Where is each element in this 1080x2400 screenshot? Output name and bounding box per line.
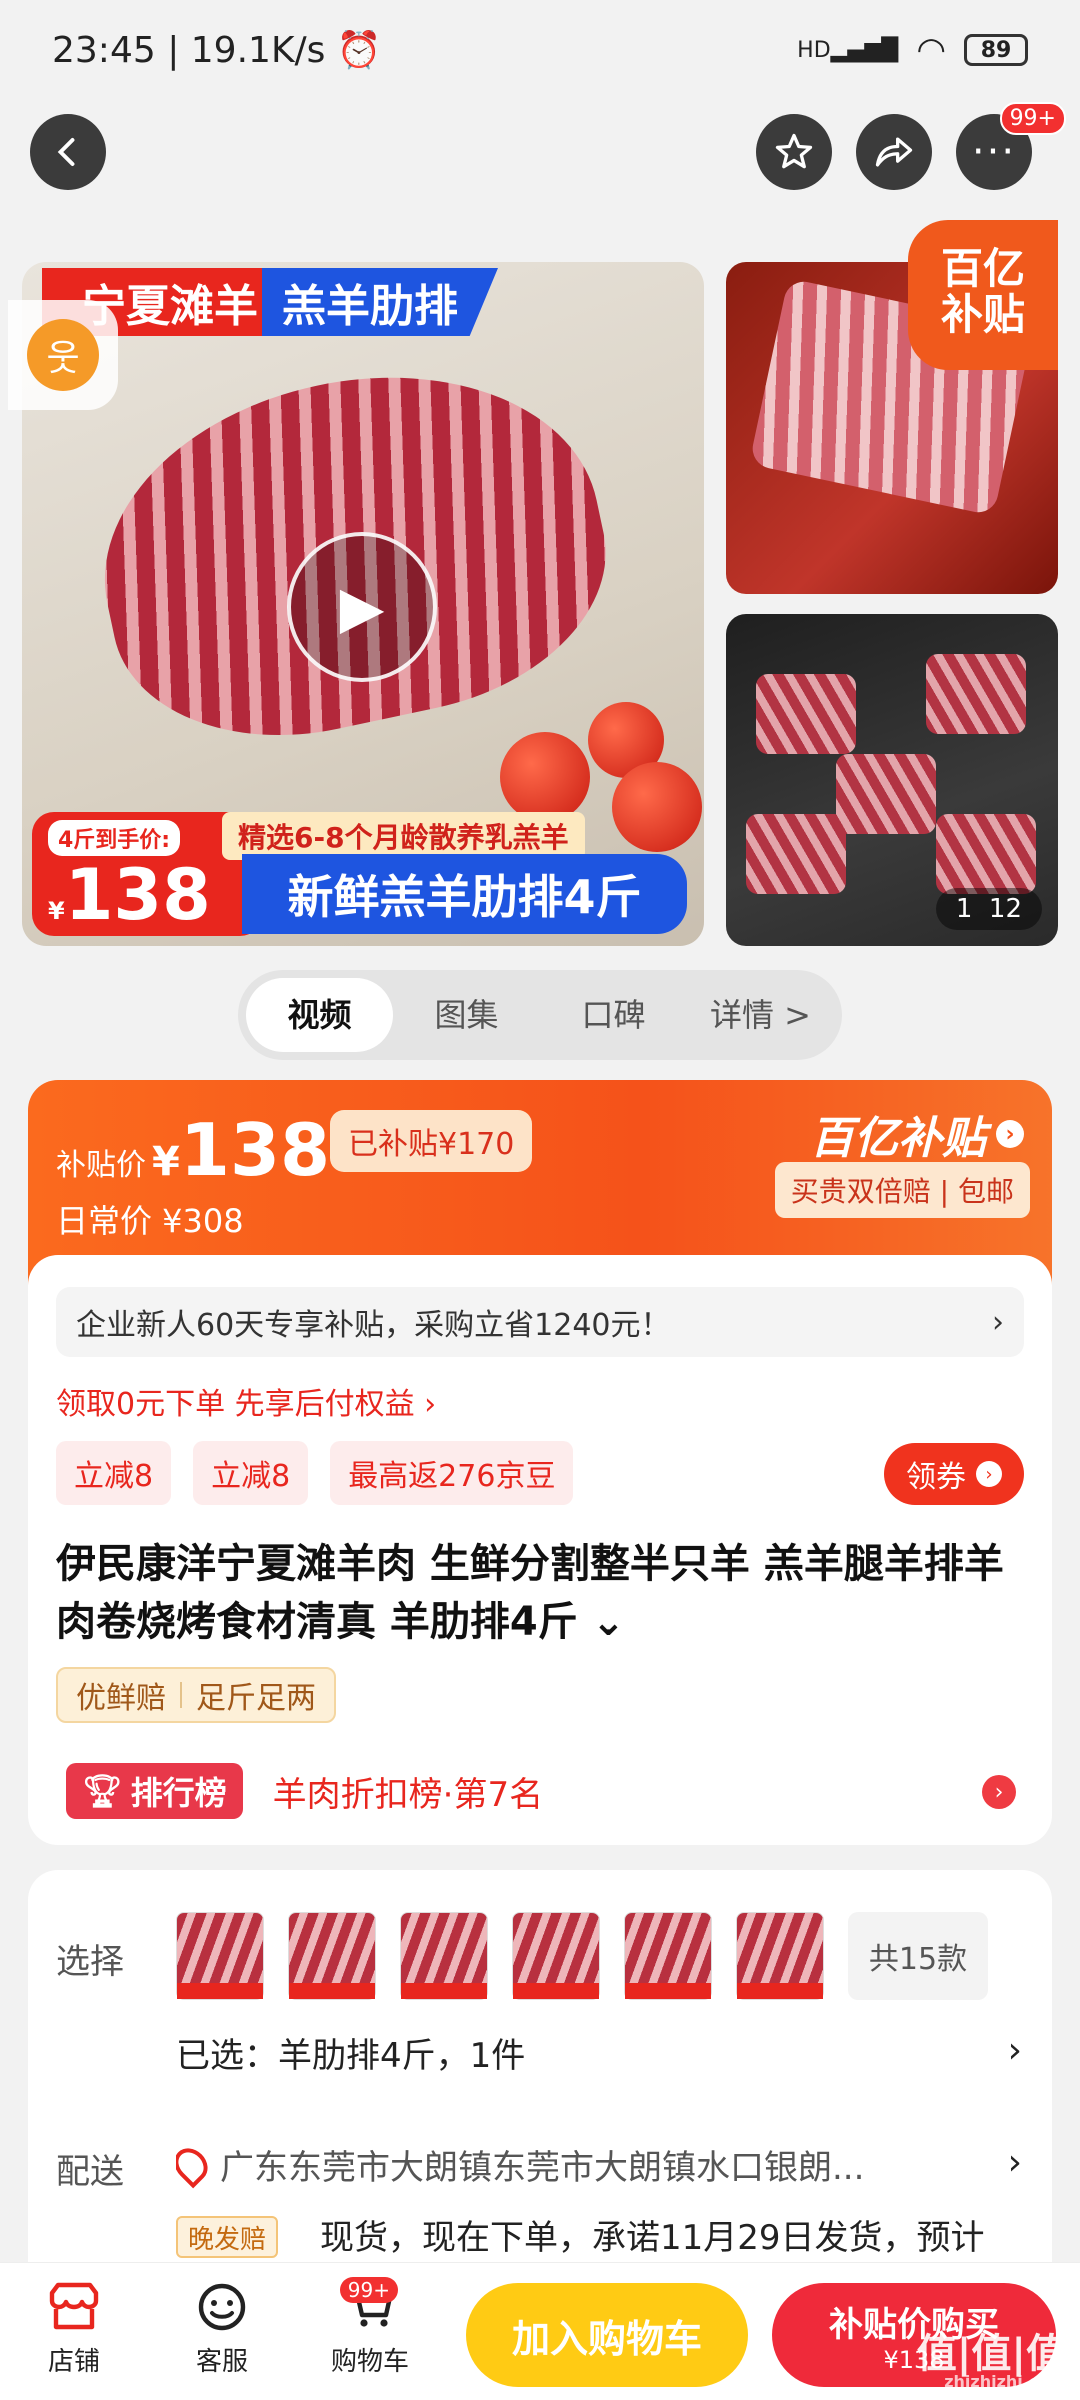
ranking-row[interactable]: 🏆︎ 排行榜 羊肉折扣榜·第7名 (66, 1763, 543, 1819)
play-video-button[interactable]: ▶ (287, 532, 437, 682)
coupon-tag[interactable]: 最高返276京豆 (330, 1441, 574, 1505)
wifi-icon: ◠ (916, 30, 946, 70)
banner-subtitle: 精选6-8个月龄散养乳羔羊 (222, 812, 585, 860)
add-to-cart-button[interactable]: 加入购物车 (466, 2283, 748, 2387)
get-coupon-button[interactable]: 领券 › (884, 1443, 1024, 1505)
chevron-right-icon[interactable]: › (1008, 2030, 1022, 2071)
shop-button[interactable]: 店铺 (14, 2281, 134, 2378)
media-tabs: 视频 图集 口碑 详情 > (238, 970, 842, 1060)
back-button[interactable] (30, 114, 106, 190)
ranking-text: 羊肉折扣榜·第7名 (272, 1774, 544, 1815)
cart-icon: 99+ (339, 2277, 398, 2333)
chat-face-icon (194, 2281, 250, 2333)
favorite-button[interactable] (756, 114, 832, 190)
coupon-tag[interactable]: 立减8 (193, 1441, 309, 1505)
battery-icon: 89 (964, 34, 1028, 66)
chevron-right-icon[interactable]: › (982, 1775, 1016, 1809)
variant-thumb[interactable] (176, 1912, 264, 2000)
clock: 23:45 (52, 30, 156, 71)
variant-thumbnails: 共15款 (176, 1912, 988, 2000)
tab-details[interactable]: 详情 > (687, 978, 834, 1052)
status-left: 23:45 | 19.1K/s ⏰ (52, 30, 382, 71)
share-button[interactable] (856, 114, 932, 190)
status-bar: 23:45 | 19.1K/s ⏰ HD▂▄▆█ ◠ 89 (0, 0, 1080, 100)
delivery-address[interactable]: 广东东莞市大朗镇东莞市大朗镇水口银朗... (176, 2140, 956, 2189)
delivery-label: 配送 (56, 2152, 124, 2192)
product-info-card: 企业新人60天专享补贴，采购立省1240元！ › 领取0元下单 先享后付权益 ›… (28, 1255, 1052, 1845)
subsidy-guarantee: 买贵双倍赔 | 包邮 (774, 1162, 1030, 1218)
alarm-icon: ⏰ (336, 30, 382, 71)
chevron-right-icon: › (992, 1304, 1004, 1340)
pay-later-link[interactable]: 领取0元下单 先享后付权益 › (56, 1379, 436, 1423)
price-banner: 4斤到手价: ¥138 精选6-8个月龄散养乳羔羊 新鲜羔羊肋排4斤 (22, 812, 704, 946)
variant-thumb[interactable] (400, 1912, 488, 2000)
variant-thumb[interactable] (624, 1912, 712, 2000)
top-nav: ··· 99+ (0, 102, 1080, 230)
coupon-list: 立减8 立减8 最高返276京豆 (56, 1441, 574, 1505)
product-title[interactable]: 伊民康洋宁夏滩羊肉 生鲜分割整半只羊 羔羊腿羊排羊肉卷烧烤食材清真 羊肋排4斤 … (56, 1535, 1026, 1651)
variant-thumb[interactable] (288, 1912, 376, 2000)
tomato-decor (500, 732, 590, 822)
tag-ribs: 羔羊肋排 (262, 268, 498, 336)
variant-thumb[interactable] (736, 1912, 824, 2000)
shipping-text: 现货，现在下单，承诺11月29日发货，预计 (320, 2218, 985, 2258)
floating-assistant[interactable]: 웃 (8, 300, 118, 410)
more-button[interactable]: ··· 99+ (956, 102, 1066, 190)
bottom-action-bar: 店铺 客服 99+ 购物车 加入购物车 补贴价购买 ¥138 值|值|值 zhi… (0, 2262, 1080, 2400)
variant-count[interactable]: 共15款 (848, 1912, 988, 2000)
shop-icon (46, 2281, 102, 2333)
location-pin-icon (176, 2141, 215, 2188)
person-icon: 웃 (27, 319, 99, 391)
tab-gallery[interactable]: 图集 (393, 978, 540, 1052)
customer-service-button[interactable]: 客服 (162, 2281, 282, 2378)
image-counter: 1 12 (935, 888, 1042, 930)
trophy-icon: 🏆︎ (82, 1772, 123, 1810)
main-product-image[interactable]: 宁夏滩羊 羔羊肋排 ▶ 4斤到手价: ¥138 精选6-8个月龄散养乳羔羊 新鲜… (22, 262, 704, 946)
more-dots-icon: ··· (971, 129, 1017, 175)
variant-thumb[interactable] (512, 1912, 600, 2000)
banner-title: 新鲜羔羊肋排4斤 (242, 854, 687, 934)
play-icon: ▶ (339, 573, 385, 641)
signal-icon: HD▂▄▆█ (797, 37, 899, 63)
late-delivery-tag: 晚发赔 (176, 2216, 279, 2258)
cart-badge: 99+ (339, 2277, 398, 2303)
enterprise-promo[interactable]: 企业新人60天专享补贴，采购立省1240元！ › (56, 1287, 1024, 1357)
net-speed: 19.1K/s (190, 30, 326, 71)
more-badge: 99+ (999, 102, 1066, 135)
product-gallery: 宁夏滩羊 羔羊肋排 ▶ 4斤到手价: ¥138 精选6-8个月龄散养乳羔羊 新鲜… (0, 220, 1080, 952)
chevron-right-icon: › (976, 1461, 1002, 1487)
star-icon (775, 133, 813, 169)
subsidy-corner-badge: 百亿补贴 (908, 220, 1058, 370)
coupon-tag[interactable]: 立减8 (56, 1441, 172, 1505)
chevron-right-icon: › (996, 1120, 1024, 1148)
select-label: 选择 (56, 1942, 124, 1982)
cart-button[interactable]: 99+ 购物车 (310, 2277, 430, 2378)
back-arrow-icon (57, 138, 75, 166)
options-card: 选择 共15款 已选：羊肋排4斤，1件 › 配送 广东东莞市大朗镇东莞市大朗镇水… (28, 1870, 1052, 2270)
watermark: 值|值|值 zhizhizhi.com (916, 2331, 1066, 2391)
daily-price: 日常价 ¥308 (56, 1202, 244, 1240)
saved-amount-badge: 已补贴¥170 (330, 1110, 533, 1172)
tab-video[interactable]: 视频 (246, 978, 393, 1052)
status-right: HD▂▄▆█ ◠ 89 (797, 30, 1028, 70)
chevron-right-icon[interactable]: › (1008, 2142, 1022, 2183)
subsidy-price: 补贴价 ¥ 138 (56, 1108, 331, 1192)
tab-reviews[interactable]: 口碑 (540, 978, 687, 1052)
subsidy-logo[interactable]: 百亿补贴 › (810, 1102, 1024, 1166)
share-icon (875, 137, 913, 167)
guarantee-tags[interactable]: 优鲜赔 足斤足两 (56, 1667, 336, 1723)
side-image-2[interactable]: 1 12 (726, 614, 1058, 946)
selected-variant[interactable]: 已选：羊肋排4斤，1件 (176, 2028, 525, 2077)
ranking-badge: 🏆︎ 排行榜 (66, 1763, 243, 1819)
